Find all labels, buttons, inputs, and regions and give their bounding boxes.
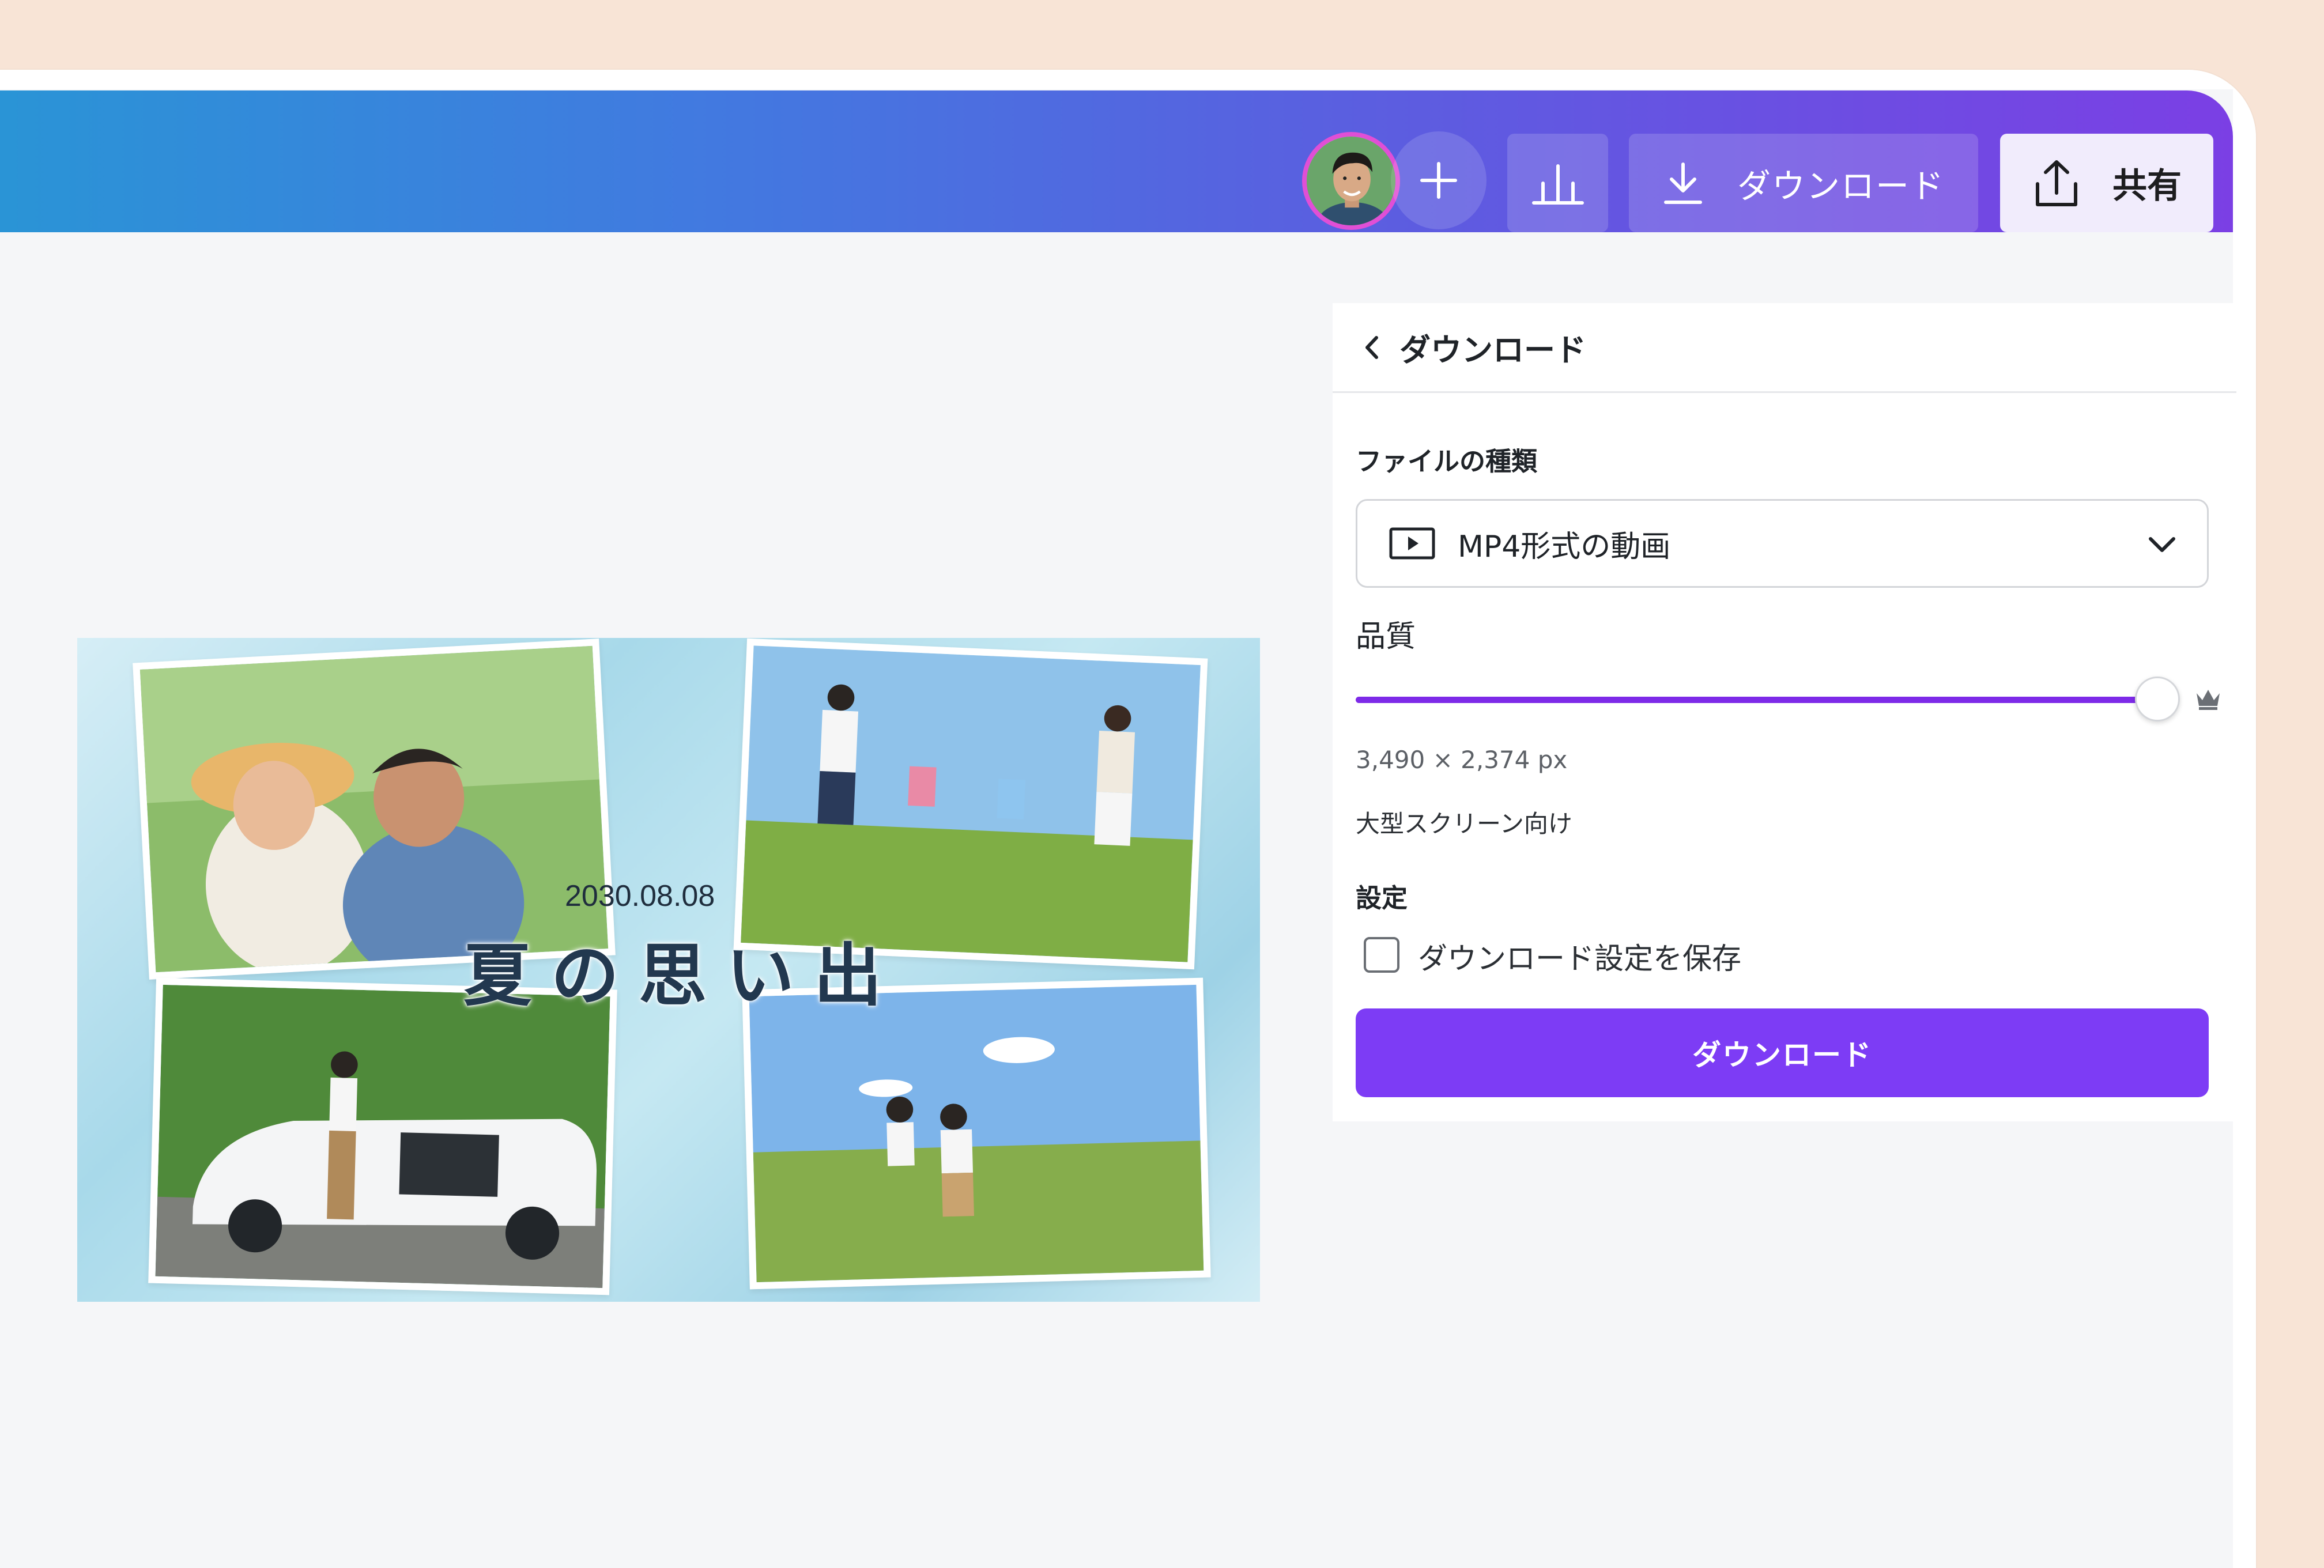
file-type-label: ファイルの種類	[1356, 446, 1538, 477]
share-button[interactable]: 共有	[2000, 134, 2213, 232]
share-label: 共有	[2112, 166, 2182, 206]
file-type-value: MP4形式の動画	[1458, 529, 1671, 564]
settings-label: 設定	[1356, 883, 1408, 913]
chevron-down-icon	[2149, 537, 2175, 552]
add-collaborator-button[interactable]	[1391, 131, 1487, 229]
canvas-title[interactable]: 夏の思い出	[463, 920, 901, 1019]
crown-icon	[2197, 690, 2220, 710]
download-toolbar-label: ダウンロード	[1737, 166, 1945, 206]
download-toolbar-button[interactable]: ダウンロード	[1629, 134, 1978, 232]
save-settings-checkbox[interactable]	[1364, 937, 1399, 973]
video-file-icon	[1389, 527, 1435, 560]
quality-slider-track[interactable]	[1356, 697, 2152, 703]
upload-share-icon	[2036, 160, 2077, 206]
file-type-select[interactable]: MP4形式の動画	[1356, 499, 2209, 588]
photo-kids-running-image	[749, 984, 1204, 1283]
panel-header: ダウンロード	[1333, 303, 2236, 393]
download-icon	[1663, 162, 1702, 204]
output-dimensions: 3,490 × 2,374 px	[1356, 746, 1568, 774]
design-canvas[interactable]: 2030.08.08 夏の思い出	[77, 638, 1260, 1302]
bar-chart-icon	[1531, 164, 1584, 205]
editor-window: ダウンロード 共有 ダウンロード ファイルの種類 MP4形式の動画 品質 3,4…	[0, 70, 2256, 1568]
insights-button[interactable]	[1507, 134, 1608, 232]
chevron-left-icon[interactable]	[1360, 333, 1383, 362]
avatar-photo	[1307, 137, 1395, 225]
photo-family-car-image	[155, 984, 610, 1289]
download-panel: ダウンロード ファイルの種類 MP4形式の動画 品質 3,490 × 2,374…	[1333, 303, 2236, 1121]
save-settings-label[interactable]: ダウンロード設定を保存	[1418, 935, 1741, 977]
quality-slider-thumb[interactable]	[2135, 677, 2180, 721]
plus-icon	[1420, 162, 1457, 199]
photo-family-car[interactable]	[148, 977, 617, 1295]
canvas-date[interactable]: 2030.08.08	[565, 879, 715, 913]
download-button[interactable]: ダウンロード	[1356, 1008, 2209, 1097]
photo-family-jumping-image	[741, 645, 1201, 962]
top-toolbar: ダウンロード 共有	[0, 90, 2233, 232]
avatar[interactable]	[1302, 132, 1400, 230]
quality-label: 品質	[1356, 619, 1416, 654]
window-right-edge	[2233, 70, 2256, 1568]
panel-title: ダウンロード	[1399, 332, 1586, 368]
photo-kids-running[interactable]	[742, 977, 1211, 1290]
window-top-edge	[0, 70, 2256, 89]
quality-hint: 大型スクリーン向け	[1356, 810, 1572, 838]
